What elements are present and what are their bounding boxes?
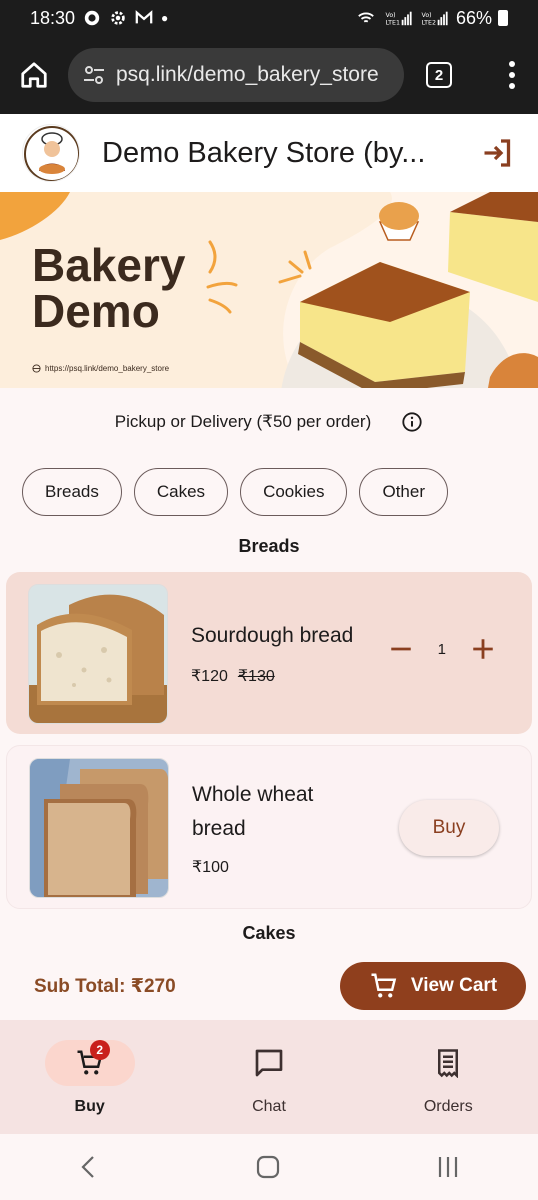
url-text: psq.link/demo_bakery_store (116, 63, 379, 86)
chip-cookies[interactable]: Cookies (240, 468, 348, 516)
store-banner: Bakery Demo https://psq.link/demo_bakery… (0, 192, 538, 388)
clock: 18:30 (30, 7, 76, 28)
product-name: Whole wheat bread (192, 783, 314, 840)
signal-icon: Vo)LTE1 (385, 11, 412, 26)
plus-icon[interactable] (470, 636, 496, 662)
minus-icon[interactable] (388, 636, 414, 662)
cart-count-badge: 2 (89, 1040, 110, 1060)
product-image-sourdough (28, 584, 168, 724)
chip-breads[interactable]: Breads (22, 468, 122, 516)
home-icon (21, 62, 47, 88)
product-name: Sourdough bread (191, 624, 354, 647)
product-card-sourdough[interactable]: Sourdough bread ₹120 ₹130 1 (6, 572, 532, 734)
view-cart-button[interactable]: View Cart (340, 962, 526, 1010)
nav-chat[interactable]: Chat (179, 1020, 358, 1134)
quantity-stepper: 1 (388, 636, 496, 662)
store-logo (22, 124, 80, 182)
tab-switcher-button[interactable]: 2 (426, 62, 452, 88)
nav-label-buy: Buy (74, 1098, 105, 1115)
site-settings-icon[interactable] (82, 63, 106, 87)
gmail-icon (135, 10, 153, 24)
home-icon[interactable] (255, 1154, 281, 1180)
chat-icon (255, 1049, 283, 1077)
signal-icon-2: Vo)LTE2 (421, 11, 448, 26)
recents-icon[interactable] (435, 1154, 461, 1180)
home-button[interactable] (14, 55, 54, 95)
chip-other[interactable]: Other (359, 468, 449, 516)
browser-menu-button[interactable] (508, 61, 516, 89)
receipt-icon (438, 1049, 459, 1078)
product-image-whole-wheat (29, 758, 169, 898)
svg-text:Vo): Vo) (421, 12, 431, 19)
banner-url: https://psq.link/demo_bakery_store (32, 364, 169, 373)
battery-icon (498, 10, 508, 26)
app-header: Demo Bakery Store (by... (0, 114, 538, 192)
globe-icon (32, 364, 41, 373)
nav-label-orders: Orders (423, 1098, 473, 1115)
nav-buy[interactable]: 2 Buy (0, 1020, 179, 1134)
svg-text:Vo): Vo) (385, 12, 395, 19)
browser-toolbar: psq.link/demo_bakery_store 2 (0, 36, 538, 114)
sale-price: ₹120 (191, 668, 228, 685)
url-bar[interactable]: psq.link/demo_bakery_store (68, 48, 404, 102)
muffin-doodle (378, 202, 420, 241)
info-icon[interactable] (401, 411, 423, 433)
product-price: ₹120 ₹130 (191, 666, 275, 686)
delivery-info-text: Pickup or Delivery (₹50 per order) (114, 412, 372, 431)
product-price: ₹100 (192, 859, 229, 876)
record-icon (84, 10, 100, 26)
battery-percent: 66% (455, 7, 492, 28)
product-card-whole-wheat[interactable]: Whole wheat bread ₹100 Buy (6, 745, 532, 909)
dot-icon: ● (161, 11, 169, 25)
svg-text:LTE1: LTE1 (385, 19, 399, 26)
section-title-cakes: Cakes (242, 923, 296, 943)
back-icon[interactable] (77, 1153, 101, 1181)
quantity-value: 1 (437, 640, 446, 658)
cart-icon (371, 973, 397, 998)
buy-button[interactable]: Buy (399, 800, 499, 856)
view-cart-label: View Cart (410, 975, 498, 996)
gear-icon (111, 11, 125, 25)
store-title: Demo Bakery Store (by... (102, 136, 426, 169)
category-chips: Breads Cakes Cookies Other (22, 468, 449, 516)
system-navigation-bar (0, 1134, 538, 1200)
wifi-icon (358, 12, 374, 23)
subtotal-text: Sub Total: ₹270 (34, 976, 176, 997)
nav-orders[interactable]: Orders (359, 1020, 538, 1134)
banner-title: Bakery Demo (32, 239, 186, 337)
delivery-info: Pickup or Delivery (₹50 per order) (0, 404, 538, 440)
cart-summary-bar: Sub Total: ₹270 View Cart (0, 958, 538, 1020)
logout-icon[interactable] (480, 135, 516, 171)
svg-text:LTE2: LTE2 (421, 19, 435, 26)
status-bar: 18:30 ● Vo) LTE1 Vo) LTE2 66% (0, 0, 538, 36)
original-price: ₹130 (237, 668, 275, 685)
nav-label-chat: Chat (252, 1098, 286, 1115)
section-title-breads: Breads (238, 536, 300, 556)
chip-cakes[interactable]: Cakes (133, 468, 229, 516)
bottom-navigation: 2 Buy Chat Orders (0, 1020, 538, 1134)
